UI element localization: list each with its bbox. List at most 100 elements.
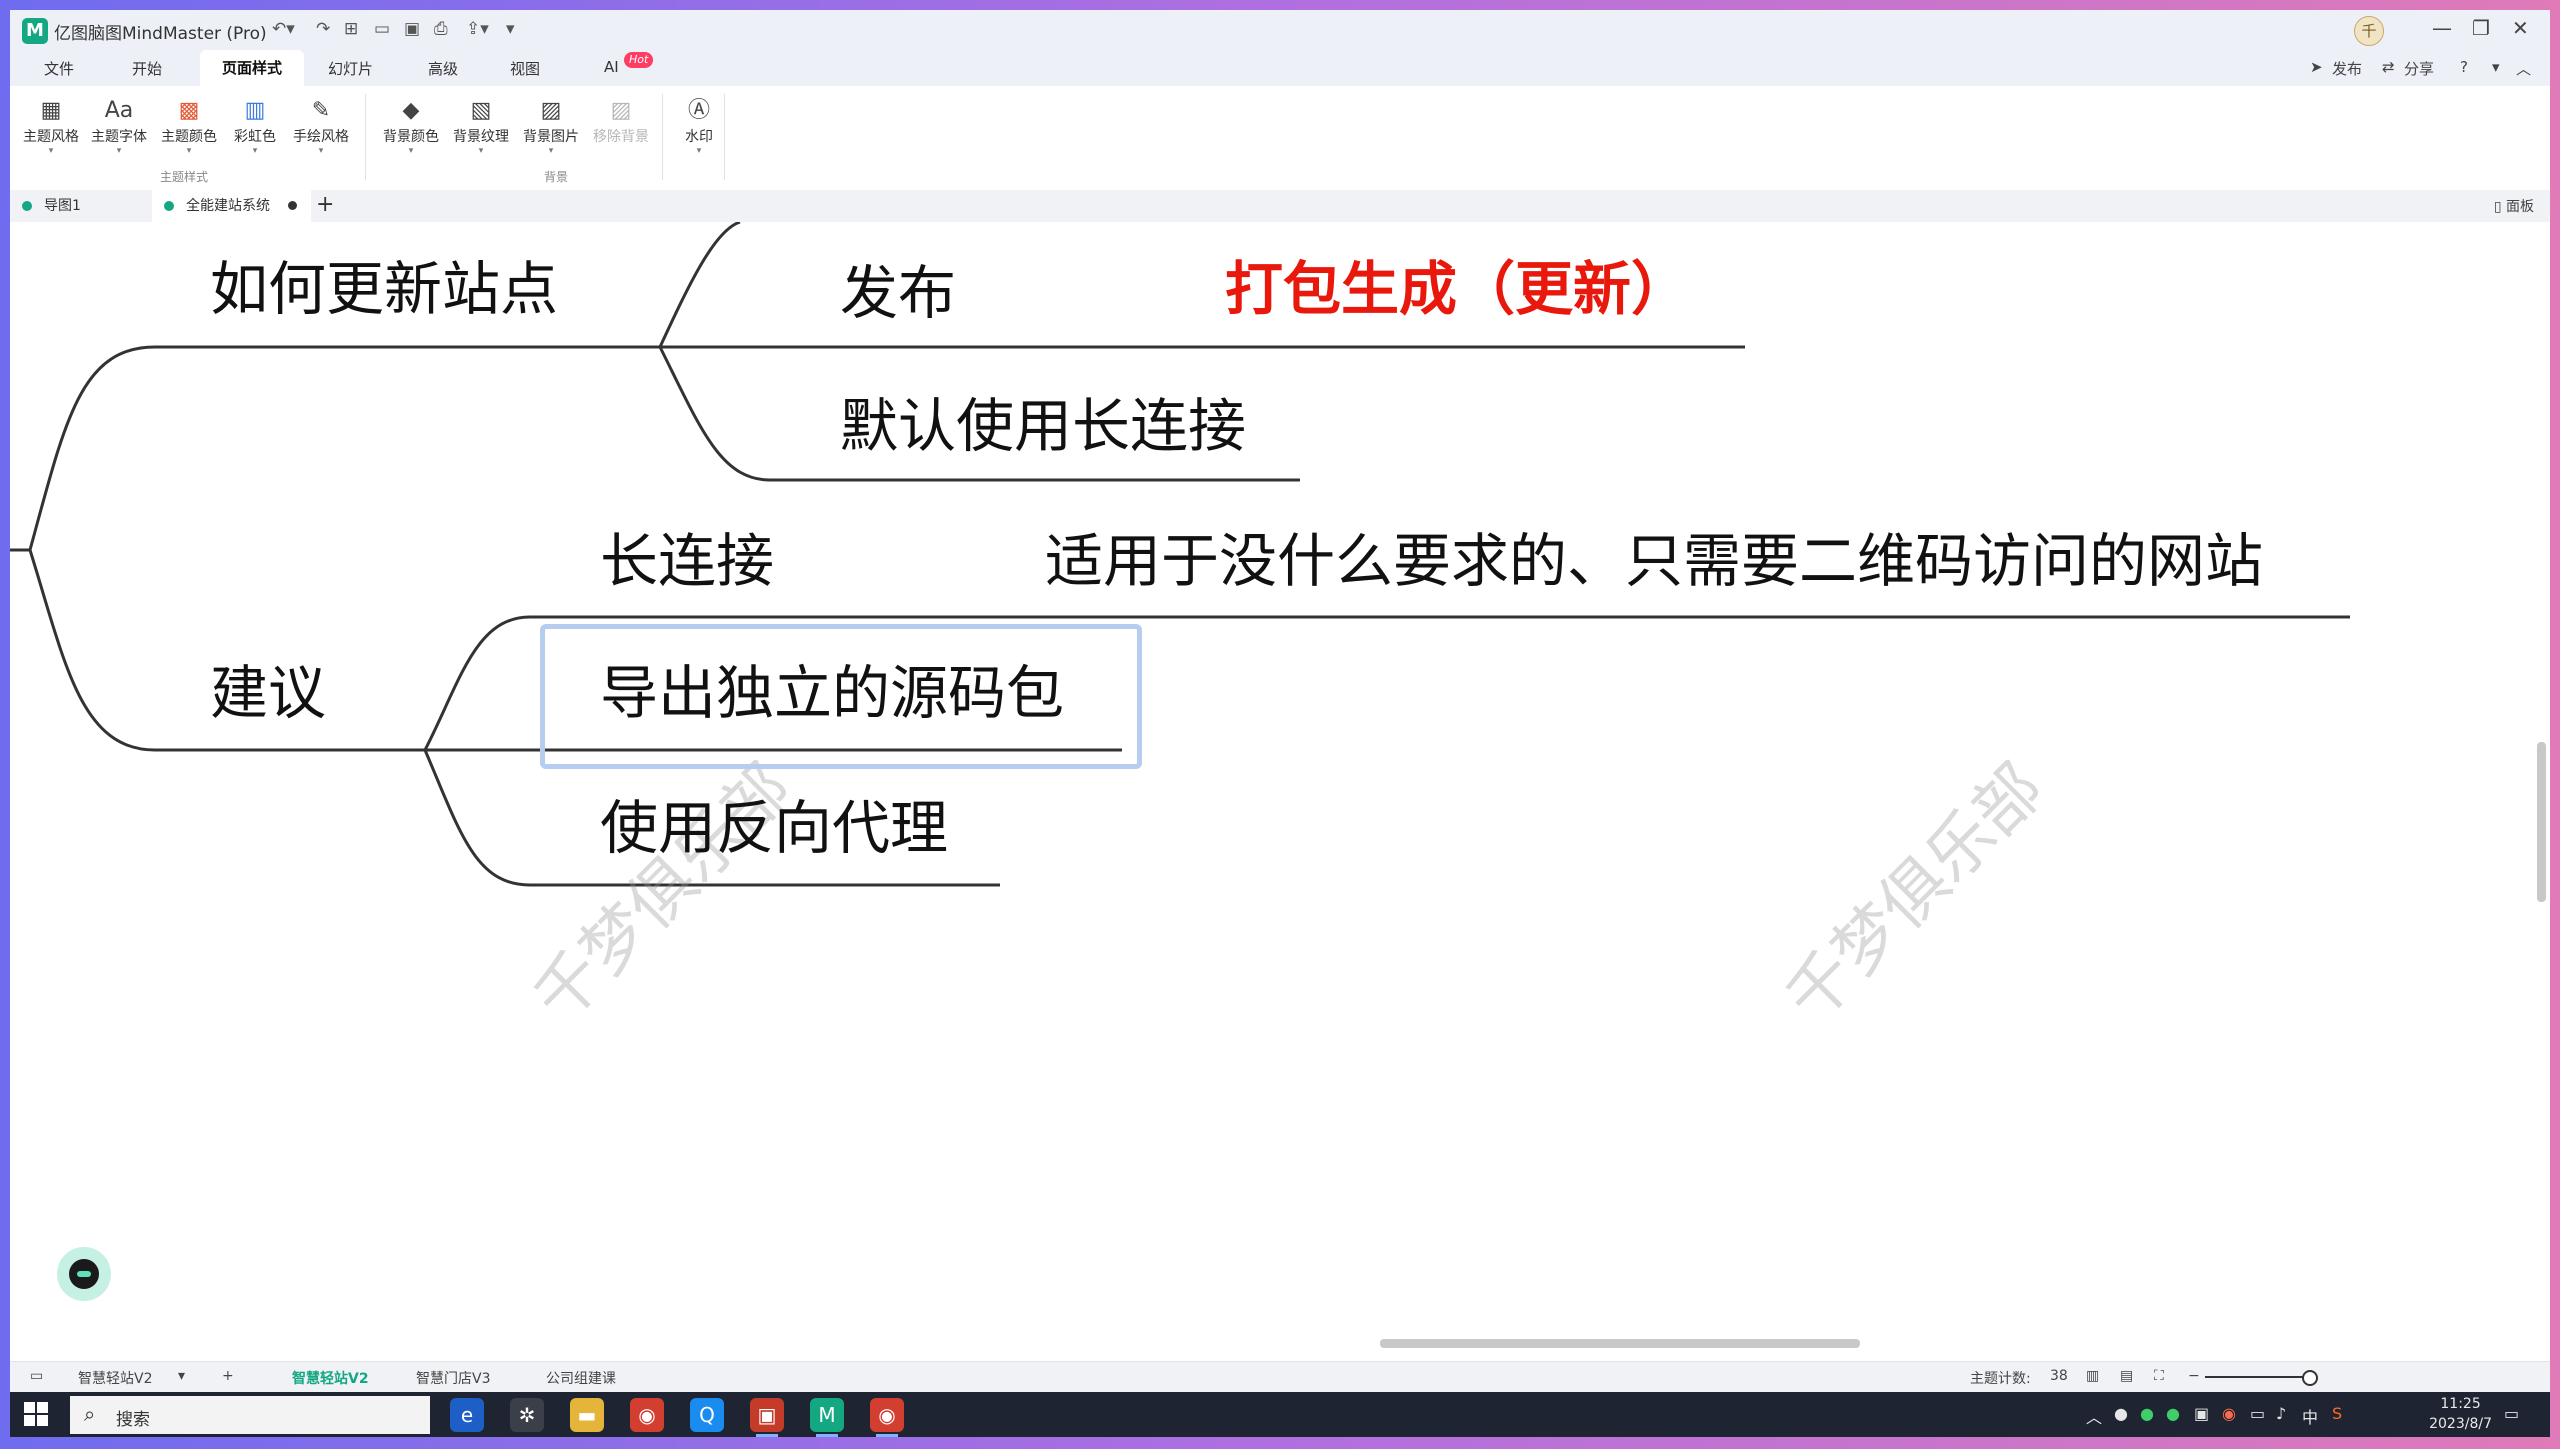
clock-time: 11:25 [2440,1396,2481,1412]
theme-group-label: 主题样式 [160,170,209,184]
taskbar-search[interactable]: ⌕ 搜索 [70,1396,430,1434]
sheet-tab-1[interactable]: 智慧轻站V2 [292,1368,369,1388]
file-explorer-icon[interactable]: ▬ [570,1398,604,1432]
zoom-slider-handle[interactable] [2302,1370,2318,1386]
print-icon[interactable]: ⎙ [434,19,448,39]
rainbow-label: 彩虹色 [234,129,276,145]
tray-expand-icon[interactable]: ︿ [2086,1404,2102,1428]
paint-bucket-icon: ◆ [402,98,420,123]
qq-browser-icon[interactable]: Q [690,1398,724,1432]
book-view-icon[interactable]: ▥ [2086,1368,2099,1384]
tray-network-icon[interactable]: ▭ [2250,1404,2265,1423]
theme-color-button[interactable]: ▩ 主题颜色 ▾ [154,96,224,156]
document-tabs: 导图1 全能建站系统 + ▯ 面板 [10,190,2550,223]
hot-badge: Hot [624,52,654,68]
bg-texture-button[interactable]: ▧ 背景纹理 ▾ [446,96,516,156]
topic-count-value: 38 [2050,1368,2068,1384]
ai-assistant-button[interactable] [57,1247,111,1301]
help-button[interactable]: ? [2460,58,2468,76]
zoom-slider-track[interactable] [2205,1376,2305,1378]
doc-tab-1-label: 导图1 [44,198,81,214]
collapse-ribbon-icon[interactable]: ︿ [2516,58,2531,79]
current-sheet-label[interactable]: 智慧轻站V2 [78,1368,152,1388]
tray-wechat-icon[interactable]: ● [2140,1404,2154,1423]
share-button[interactable]: 分享 [2404,58,2434,79]
customize-toolbar-icon[interactable]: ▾ [506,19,515,39]
tab-home[interactable]: 开始 [132,58,162,79]
remove-bg-button[interactable]: ▨ 移除背景 [586,96,656,146]
tray-app-icon[interactable]: ▣ [2194,1404,2209,1423]
tab-page-style[interactable]: 页面样式 [200,50,305,86]
bg-color-button[interactable]: ◆ 背景颜色 ▾ [376,96,446,156]
notification-icon[interactable]: ▭ [2504,1404,2519,1423]
edge-browser-icon[interactable]: e [450,1398,484,1432]
add-tab-icon[interactable]: + [316,192,334,217]
tab-file[interactable]: 文件 [44,58,74,79]
slides-app-icon[interactable]: ▣ [750,1398,784,1437]
chevron-down-icon: ▾ [548,146,554,156]
topic-suggestion[interactable]: 建议 [210,664,326,722]
tray-volume-icon[interactable]: ♪ [2276,1404,2286,1423]
tab-advanced[interactable]: 高级 [428,58,458,79]
tray-sogou-icon[interactable]: S [2332,1404,2342,1423]
sheet-tab-2[interactable]: 智慧门店V3 [416,1368,490,1388]
topic-long-conn[interactable]: 长连接 [600,532,774,590]
doc-tab-1[interactable]: 导图1 [10,190,95,222]
theme-style-button[interactable]: ▦ 主题风格 ▾ [16,96,86,156]
undo-icon[interactable]: ↶▾ [272,19,295,39]
topic-long-conn-desc[interactable]: 适用于没什么要求的、只需要二维码访问的网站 [1045,532,2263,590]
restore-icon[interactable]: ❐ [2472,16,2490,40]
topic-default-long-conn[interactable]: 默认使用长连接 [840,397,1246,455]
open-folder-icon[interactable]: ▭ [374,19,390,39]
sheet-list-icon[interactable]: ▭ [30,1368,43,1384]
sheet-dropdown-icon[interactable]: ▾ [178,1368,185,1384]
page-view-icon[interactable]: ▤ [2120,1368,2133,1384]
tray-wechat2-icon[interactable]: ● [2166,1404,2180,1423]
chrome-icon[interactable]: ◉ [630,1398,664,1432]
topic-package-update[interactable]: 打包生成（更新） [1225,260,1689,318]
chevron-down-icon: ▾ [408,146,414,156]
doc-tab-2[interactable]: 全能建站系统 [152,190,312,222]
panel-toggle-button[interactable]: ▯ 面板 [2494,196,2534,216]
export-icon[interactable]: ⇪▾ [466,19,489,39]
handdrawn-button[interactable]: ✎ 手绘风格 ▾ [286,96,356,156]
redo-icon[interactable]: ↷ [316,19,330,39]
publish-button[interactable]: 发布 [2332,58,2362,79]
tab-slides[interactable]: 幻灯片 [328,58,373,79]
windows-start-icon[interactable] [24,1402,48,1426]
tray-record-icon[interactable]: ◉ [2222,1404,2236,1423]
search-icon: ⌕ [84,1402,96,1426]
zoom-out-icon[interactable]: − [2188,1368,2200,1384]
user-avatar[interactable]: 千 [2354,16,2384,46]
topic-publish[interactable]: 发布 [840,264,956,322]
horizontal-scrollbar[interactable] [1380,1339,1860,1348]
ai-app-icon[interactable]: ✲ [510,1398,544,1432]
vertical-scrollbar[interactable] [2537,742,2546,902]
bg-image-button[interactable]: ▨ 背景图片 ▾ [516,96,586,156]
topic-reverse-proxy[interactable]: 使用反向代理 [600,799,948,857]
panel-icon: ▯ [2493,199,2506,215]
close-icon[interactable]: ✕ [2512,16,2529,40]
help-dropdown-icon[interactable]: ▾ [2492,58,2500,76]
new-file-icon[interactable]: ⊞ [344,19,358,39]
mindmaster-taskbar-icon[interactable]: M [810,1398,844,1437]
tab-view[interactable]: 视图 [510,58,540,79]
taskbar-clock[interactable]: 11:25 2023/8/7 [2429,1394,2492,1434]
tray-mic-icon[interactable]: ● [2114,1404,2128,1423]
save-icon[interactable]: ▣ [404,19,420,39]
share-icon: ⇄ [2382,58,2395,76]
mindmap-canvas[interactable]: 千梦俱乐部 千梦俱乐部 如何更新站点 发布 打包生成（更新） 默认使用长连接 长… [10,222,2550,1362]
tab-ai[interactable]: AI [604,58,619,76]
chrome-running-icon[interactable]: ◉ [870,1398,904,1437]
mindmap-doc-icon [164,201,174,211]
rainbow-button[interactable]: ▥ 彩虹色 ▾ [220,96,290,156]
tray-ime-label[interactable]: 中 [2302,1404,2318,1428]
add-sheet-icon[interactable]: + [222,1368,234,1384]
sheet-tab-3[interactable]: 公司组建课 [546,1368,616,1388]
theme-font-button[interactable]: Aa 主题字体 ▾ [84,96,154,156]
topic-update-site[interactable]: 如何更新站点 [210,260,558,318]
topic-export-source[interactable]: 导出独立的源码包 [600,664,1064,722]
minimize-icon[interactable]: — [2432,16,2452,40]
chevron-down-icon: ▾ [252,146,258,156]
fit-screen-icon[interactable]: ⛶ [2154,1368,2164,1384]
